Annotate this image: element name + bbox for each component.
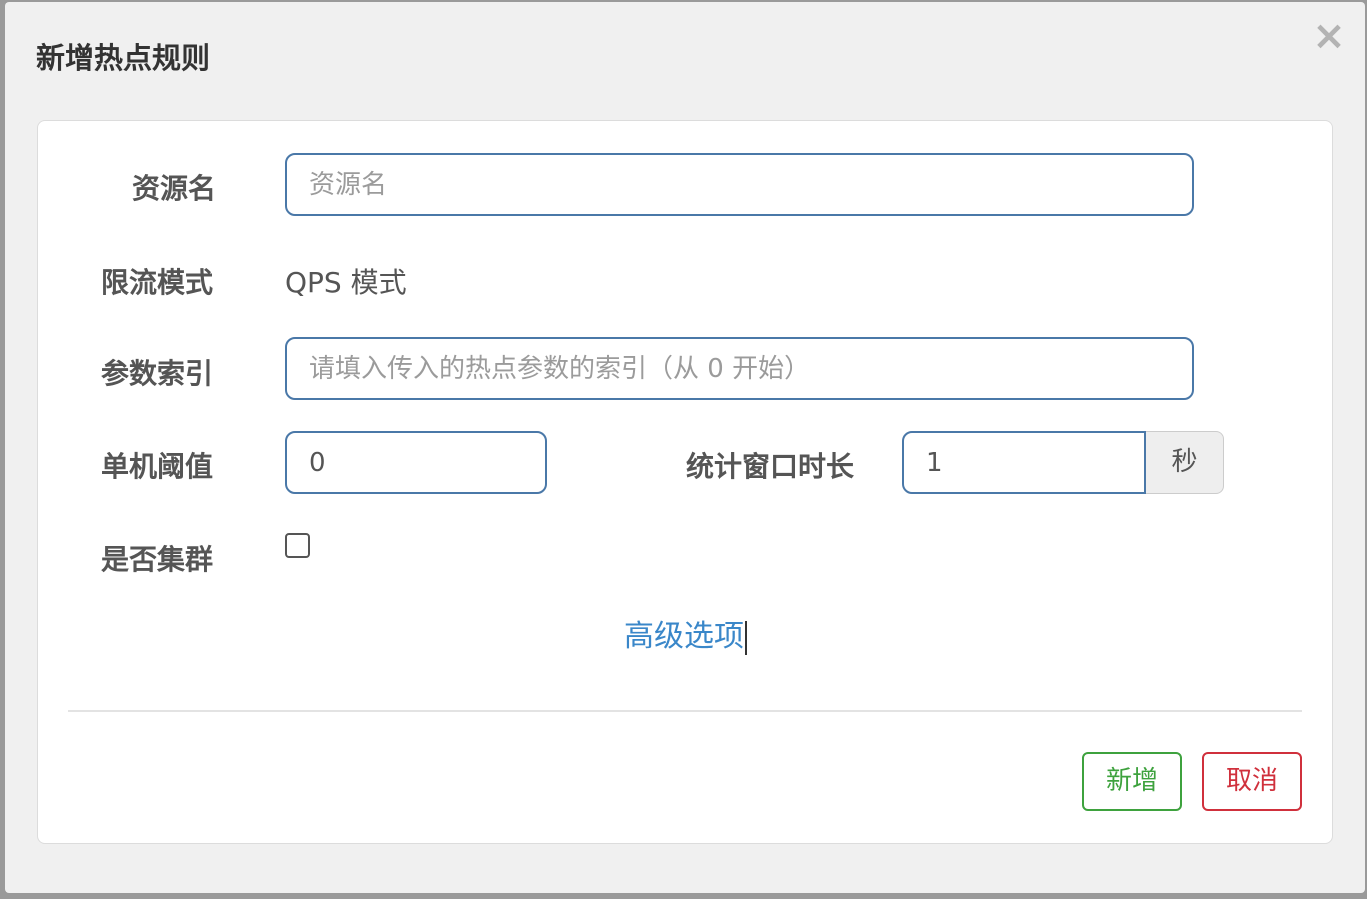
- threshold-input[interactable]: [285, 431, 547, 494]
- cluster-label: 是否集群: [101, 543, 214, 576]
- advanced-options-label: 高级选项: [624, 619, 744, 654]
- resource-input[interactable]: [285, 153, 1194, 216]
- close-icon[interactable]: ×: [1312, 16, 1346, 56]
- advanced-options-link[interactable]: 高级选项: [624, 617, 747, 657]
- dialog-title: 新增热点规则: [36, 41, 211, 75]
- stat-window-label: 统计窗口时长: [686, 450, 855, 483]
- hotspot-rule-dialog: 新增热点规则 × 资源名 限流模式 QPS 模式 参数索引 单机阈值 统计窗口时…: [5, 2, 1365, 893]
- threshold-label: 单机阈值: [101, 450, 214, 483]
- footer-divider: [68, 710, 1302, 712]
- limit-mode-value: QPS 模式: [285, 266, 407, 299]
- param-index-input[interactable]: [285, 337, 1194, 400]
- param-index-label: 参数索引: [101, 357, 214, 390]
- stat-window-input[interactable]: [902, 431, 1146, 494]
- cluster-checkbox[interactable]: [285, 533, 310, 558]
- limit-mode-label: 限流模式: [101, 266, 214, 299]
- text-caret: [745, 620, 747, 655]
- cancel-button[interactable]: 取消: [1202, 752, 1302, 811]
- stat-window-unit: 秒: [1146, 431, 1224, 494]
- add-button[interactable]: 新增: [1082, 752, 1182, 811]
- resource-label: 资源名: [132, 172, 217, 205]
- form-panel: 资源名 限流模式 QPS 模式 参数索引 单机阈值 统计窗口时长 秒 是否集群 …: [37, 120, 1333, 844]
